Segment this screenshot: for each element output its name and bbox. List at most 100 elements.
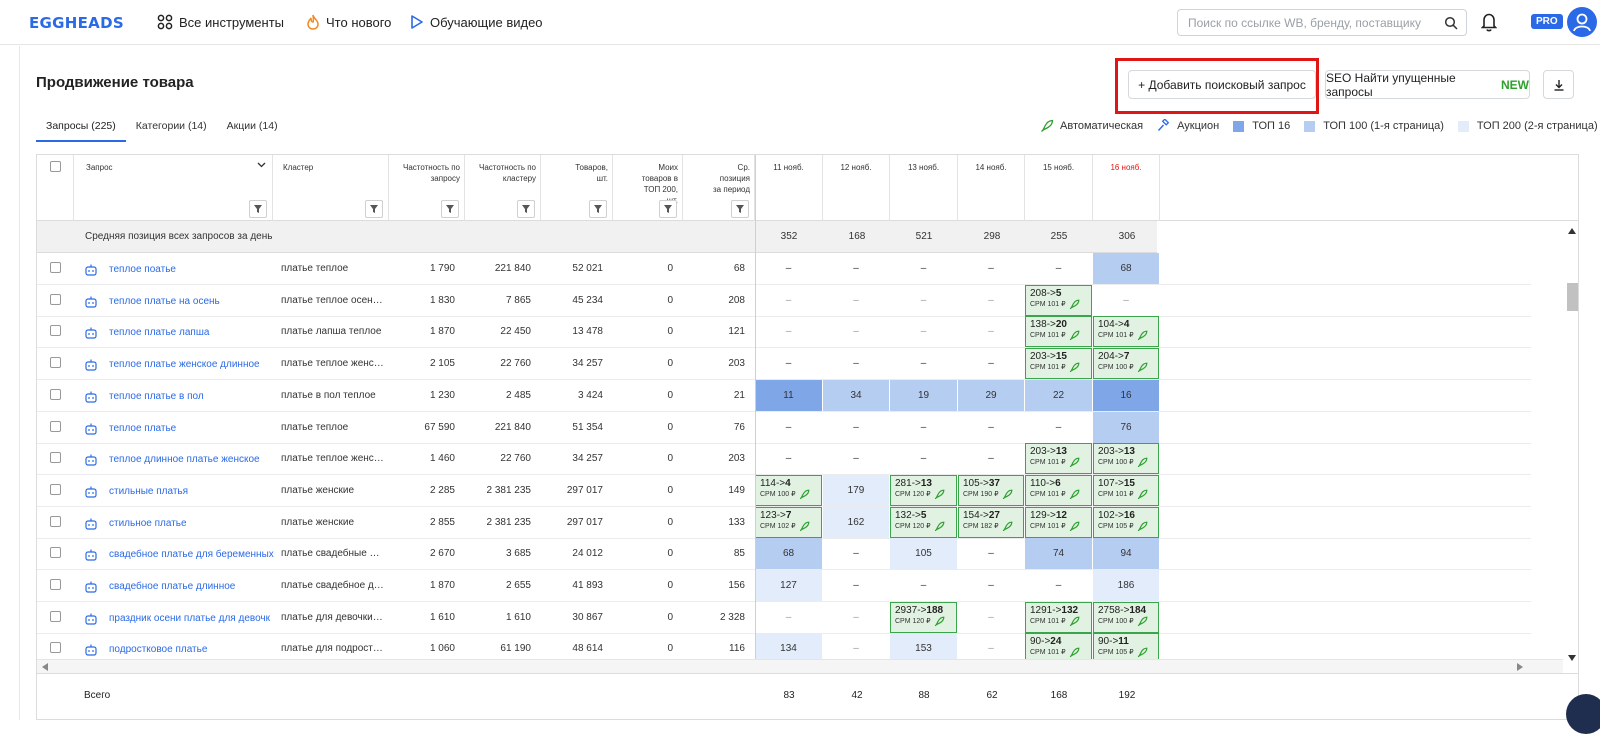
row-checkbox[interactable] <box>50 262 61 273</box>
row-checkbox[interactable] <box>50 579 61 590</box>
table-row[interactable]: свадебное платье для беременных платье св… <box>37 538 1531 571</box>
rank-change-cell[interactable]: 138->20 CPM 101 ₽ <box>1025 316 1092 348</box>
header-avg-pos[interactable]: Ср. позиция за период <box>683 155 755 221</box>
row-checkbox[interactable] <box>50 357 61 369</box>
chevron-down-icon[interactable] <box>257 162 266 168</box>
scroll-left-icon[interactable] <box>42 663 48 671</box>
table-row[interactable]: теплое платье на осень платье теплое осен… <box>37 284 1531 317</box>
row-checkbox[interactable] <box>50 483 61 495</box>
table-row[interactable]: теплое платье лапша платье лапша теплое 1 … <box>37 316 1531 349</box>
table-row[interactable]: стильные платья платье женские 2 285 2 381 … <box>37 474 1531 507</box>
filter-goods-button[interactable] <box>589 200 607 218</box>
filter-avg-pos-button[interactable] <box>731 200 749 218</box>
rank-change-cell[interactable]: 204->7 CPM 100 ₽ <box>1093 348 1159 380</box>
rank-change-cell[interactable]: 102->16 CPM 105 ₽ <box>1093 506 1159 538</box>
tab-queries[interactable]: Запросы (225) <box>36 118 126 142</box>
query-link[interactable]: теплое платье <box>109 423 275 434</box>
logo[interactable]: EGGHEADS <box>29 14 124 32</box>
table-row[interactable]: теплое длинное платье женское платье тепл… <box>37 443 1531 476</box>
scroll-right-icon[interactable] <box>1517 663 1523 671</box>
rank-from: 114 <box>760 477 776 489</box>
rank-change-cell[interactable]: 203->13 CPM 100 ₽ <box>1093 443 1159 475</box>
tab-promotions[interactable]: Акции (14) <box>217 118 288 142</box>
header-cluster[interactable]: Кластер <box>273 155 389 221</box>
row-checkbox[interactable] <box>50 642 61 654</box>
rank-change-cell[interactable]: 104->4 CPM 101 ₽ <box>1093 316 1159 348</box>
header-freq-cluster[interactable]: Частотность по кластеру <box>465 155 541 221</box>
vertical-scrollbar-thumb[interactable] <box>1567 283 1578 311</box>
search-icon[interactable] <box>1444 16 1458 30</box>
rank-change-cell[interactable]: 203->13 CPM 101 ₽ <box>1025 443 1092 475</box>
rank-change-cell[interactable]: 281->13 CPM 120 ₽ <box>890 474 957 506</box>
avatar[interactable] <box>1567 7 1597 37</box>
nav-videos[interactable]: Обучающие видео <box>410 13 543 31</box>
nav-whats-new[interactable]: Что нового <box>306 13 391 31</box>
rank-change-cell[interactable]: 107->15 CPM 101 ₽ <box>1093 474 1159 506</box>
row-checkbox[interactable] <box>50 515 61 527</box>
rank-change-cell[interactable]: 2758->184 CPM 100 ₽ <box>1093 601 1159 633</box>
numeric-cell: 0 <box>667 484 673 496</box>
seo-find-queries-button[interactable]: SEO Найти упущенные запросы NEW <box>1325 70 1530 99</box>
rank-change-cell[interactable]: 105->37 CPM 190 ₽ <box>958 474 1024 506</box>
query-link[interactable]: теплое платье лапша <box>109 327 275 338</box>
rank-change-cell[interactable]: 114->4 CPM 100 ₽ <box>755 474 822 506</box>
rank-change-cell[interactable]: 203->15 CPM 101 ₽ <box>1025 348 1092 380</box>
filter-freq-cluster-button[interactable] <box>517 200 535 218</box>
table-row[interactable]: теплое платье платье теплое 67 590 221 840 5… <box>37 411 1531 444</box>
filter-cluster-button[interactable] <box>365 200 383 218</box>
filter-freq-query-button[interactable] <box>441 200 459 218</box>
row-checkbox[interactable] <box>50 420 61 432</box>
query-link[interactable]: стильные платья <box>109 486 275 497</box>
row-checkbox[interactable] <box>50 293 61 305</box>
table-row[interactable]: праздник осени платье для девочк платье д… <box>37 601 1531 634</box>
scroll-up-icon[interactable] <box>1568 228 1576 234</box>
table-row[interactable]: теплое поатье платье теплое 1 790 221 840 52… <box>37 253 1531 285</box>
table-row[interactable]: теплое платье женское длинное платье тепл… <box>37 348 1531 381</box>
query-link[interactable]: теплое платье женское длинное <box>109 359 275 370</box>
rank-change-cell[interactable]: 123->7 CPM 102 ₽ <box>755 506 822 538</box>
query-link[interactable]: теплое платье в пол <box>109 391 275 402</box>
query-link[interactable]: теплое платье на осень <box>109 296 275 307</box>
search-input[interactable]: Поиск по ссылке WB, бренду, поставщику <box>1177 9 1467 36</box>
horizontal-scrollbar[interactable] <box>37 659 1563 673</box>
rank-from: 1291 <box>1030 604 1053 616</box>
query-link[interactable]: стильное платье <box>109 518 275 529</box>
row-checkbox[interactable] <box>50 452 61 464</box>
rank-change-cell[interactable]: 208->5 CPM 101 ₽ <box>1025 284 1092 316</box>
rank-change-cell[interactable]: 129->12 CPM 101 ₽ <box>1025 506 1092 538</box>
rank-change-cell[interactable]: 154->27 CPM 182 ₽ <box>958 506 1024 538</box>
filter-my-goods-button[interactable] <box>659 200 677 218</box>
header-goods[interactable]: Товаров, шт. <box>541 155 613 221</box>
numeric-cell: 30 867 <box>572 611 603 623</box>
pro-badge[interactable]: PRO <box>1531 14 1563 29</box>
rank-change-cell[interactable]: 1291->132 CPM 101 ₽ <box>1025 601 1092 633</box>
header-freq-query[interactable]: Частотность по запросу <box>389 155 465 221</box>
header-my-goods[interactable]: Моих товаров в ТОП 200, шт. <box>613 155 683 221</box>
table-row[interactable]: теплое платье в пол платье в пол теплое 1 … <box>37 379 1531 412</box>
nav-all-tools[interactable]: Все инструменты <box>157 13 284 31</box>
query-link[interactable]: теплое поатье <box>109 264 275 275</box>
row-checkbox[interactable] <box>50 325 61 337</box>
table-row[interactable]: стильное платье платье женские 2 855 2 381 … <box>37 506 1531 539</box>
rank-change-cell[interactable]: 132->5 CPM 120 ₽ <box>890 506 957 538</box>
rank-change-cell[interactable]: 2937->188 CPM 120 ₽ <box>890 601 957 633</box>
download-button[interactable] <box>1543 70 1574 99</box>
header-query[interactable]: Запрос <box>74 155 273 221</box>
query-link[interactable]: свадебное платье для беременных <box>109 549 275 560</box>
query-link[interactable]: подростковое платье <box>109 644 275 655</box>
row-checkbox[interactable] <box>50 547 61 559</box>
tab-categories[interactable]: Категории (14) <box>126 118 217 142</box>
query-link[interactable]: праздник осени платье для девочк <box>109 613 275 624</box>
bell-icon[interactable] <box>1481 12 1497 32</box>
table-row[interactable]: свадебное платье длинное платье свадебное… <box>37 570 1531 602</box>
rank-change-cell[interactable]: 110->6 CPM 101 ₽ <box>1025 474 1092 506</box>
vertical-scrollbar[interactable] <box>1563 225 1578 665</box>
chat-widget-button[interactable] <box>1566 694 1600 734</box>
query-link[interactable]: свадебное платье длинное <box>109 581 275 592</box>
select-all-checkbox[interactable] <box>49 161 61 172</box>
row-checkbox[interactable] <box>50 610 61 622</box>
query-link[interactable]: теплое длинное платье женское <box>109 454 275 465</box>
row-checkbox[interactable] <box>50 388 61 400</box>
filter-query-button[interactable] <box>249 200 267 218</box>
scroll-down-icon[interactable] <box>1568 655 1576 661</box>
